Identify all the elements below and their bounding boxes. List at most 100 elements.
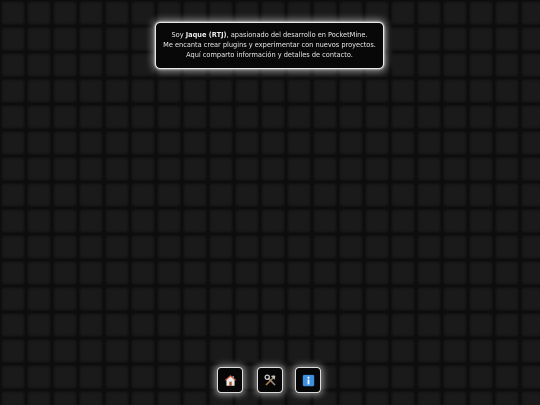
background-tile bbox=[443, 53, 467, 77]
background-tile bbox=[53, 157, 77, 181]
background-tile bbox=[1, 79, 25, 103]
background-tile bbox=[365, 313, 389, 337]
background-tile bbox=[469, 79, 493, 103]
background-tile bbox=[157, 339, 181, 363]
background-tile bbox=[391, 339, 415, 363]
background-tile bbox=[209, 287, 233, 311]
background-tile bbox=[53, 105, 77, 129]
background-tile bbox=[27, 339, 51, 363]
background-tile bbox=[521, 339, 540, 363]
background-tile bbox=[443, 365, 467, 389]
background-tile bbox=[1, 131, 25, 155]
background-tile bbox=[313, 105, 337, 129]
background-tile bbox=[443, 391, 467, 405]
background-tile bbox=[79, 339, 103, 363]
background-tile bbox=[261, 235, 285, 259]
background-tile bbox=[469, 157, 493, 181]
background-tile bbox=[365, 235, 389, 259]
background-tile bbox=[391, 391, 415, 405]
tools-button[interactable] bbox=[257, 367, 283, 393]
background-tile bbox=[469, 183, 493, 207]
background-tile bbox=[27, 287, 51, 311]
background-tile bbox=[313, 183, 337, 207]
background-tile bbox=[417, 339, 441, 363]
background-tile bbox=[27, 1, 51, 25]
background-tile bbox=[469, 313, 493, 337]
background-tile bbox=[235, 209, 259, 233]
background-tile bbox=[287, 287, 311, 311]
background-tile bbox=[261, 339, 285, 363]
background-tile bbox=[105, 105, 129, 129]
background-tile bbox=[235, 79, 259, 103]
background-tile bbox=[27, 209, 51, 233]
background-tile bbox=[365, 183, 389, 207]
background-tile bbox=[183, 339, 207, 363]
background-tile bbox=[235, 157, 259, 181]
background-tile bbox=[443, 157, 467, 181]
background-tile bbox=[469, 261, 493, 285]
background-tile bbox=[79, 1, 103, 25]
background-tile bbox=[417, 391, 441, 405]
background-tile bbox=[1, 365, 25, 389]
background-tile bbox=[1, 157, 25, 181]
background-tile bbox=[157, 391, 181, 405]
background-tile bbox=[287, 235, 311, 259]
background-tile bbox=[183, 157, 207, 181]
background-tile bbox=[157, 235, 181, 259]
background-tile bbox=[495, 209, 519, 233]
background-tile bbox=[209, 209, 233, 233]
background-tile bbox=[469, 131, 493, 155]
background-tile bbox=[339, 235, 363, 259]
background-tile bbox=[235, 313, 259, 337]
background-tile bbox=[521, 313, 540, 337]
background-tile bbox=[53, 391, 77, 405]
background-tile bbox=[105, 261, 129, 285]
background-tile bbox=[79, 131, 103, 155]
background-tile bbox=[365, 105, 389, 129]
background-tile bbox=[53, 79, 77, 103]
background-tile bbox=[495, 235, 519, 259]
background-tile bbox=[157, 157, 181, 181]
background-tile bbox=[313, 261, 337, 285]
background-tile bbox=[79, 105, 103, 129]
background-tile bbox=[53, 287, 77, 311]
info-button[interactable] bbox=[295, 367, 321, 393]
background-tile bbox=[339, 183, 363, 207]
background-tile bbox=[79, 157, 103, 181]
background-tile bbox=[339, 79, 363, 103]
background-tile bbox=[157, 365, 181, 389]
background-tile bbox=[417, 209, 441, 233]
background-tile bbox=[261, 105, 285, 129]
background-tile bbox=[339, 131, 363, 155]
background-tile bbox=[521, 209, 540, 233]
background-tile bbox=[417, 1, 441, 25]
author-name: Jaque (RTJ) bbox=[185, 31, 227, 39]
background-tile bbox=[131, 53, 155, 77]
background-tile bbox=[53, 53, 77, 77]
background-tile bbox=[521, 183, 540, 207]
background-tile bbox=[53, 131, 77, 155]
background-tile bbox=[365, 339, 389, 363]
background-tile bbox=[391, 313, 415, 337]
background-tile bbox=[261, 209, 285, 233]
background-tile bbox=[313, 209, 337, 233]
background-tile bbox=[79, 391, 103, 405]
background-tile bbox=[105, 183, 129, 207]
background-tile bbox=[391, 53, 415, 77]
background-tile bbox=[183, 105, 207, 129]
background-tile bbox=[313, 287, 337, 311]
background-tile bbox=[131, 105, 155, 129]
background-tile bbox=[391, 287, 415, 311]
background-tile bbox=[443, 131, 467, 155]
background-tile bbox=[391, 79, 415, 103]
background-tile bbox=[235, 105, 259, 129]
background-tile bbox=[365, 391, 389, 405]
background-tile bbox=[27, 365, 51, 389]
background-tile bbox=[365, 131, 389, 155]
background-tile bbox=[287, 209, 311, 233]
background-tile bbox=[131, 261, 155, 285]
background-tile bbox=[495, 365, 519, 389]
home-button[interactable] bbox=[217, 367, 243, 393]
background-tile bbox=[183, 79, 207, 103]
background-tile bbox=[261, 157, 285, 181]
